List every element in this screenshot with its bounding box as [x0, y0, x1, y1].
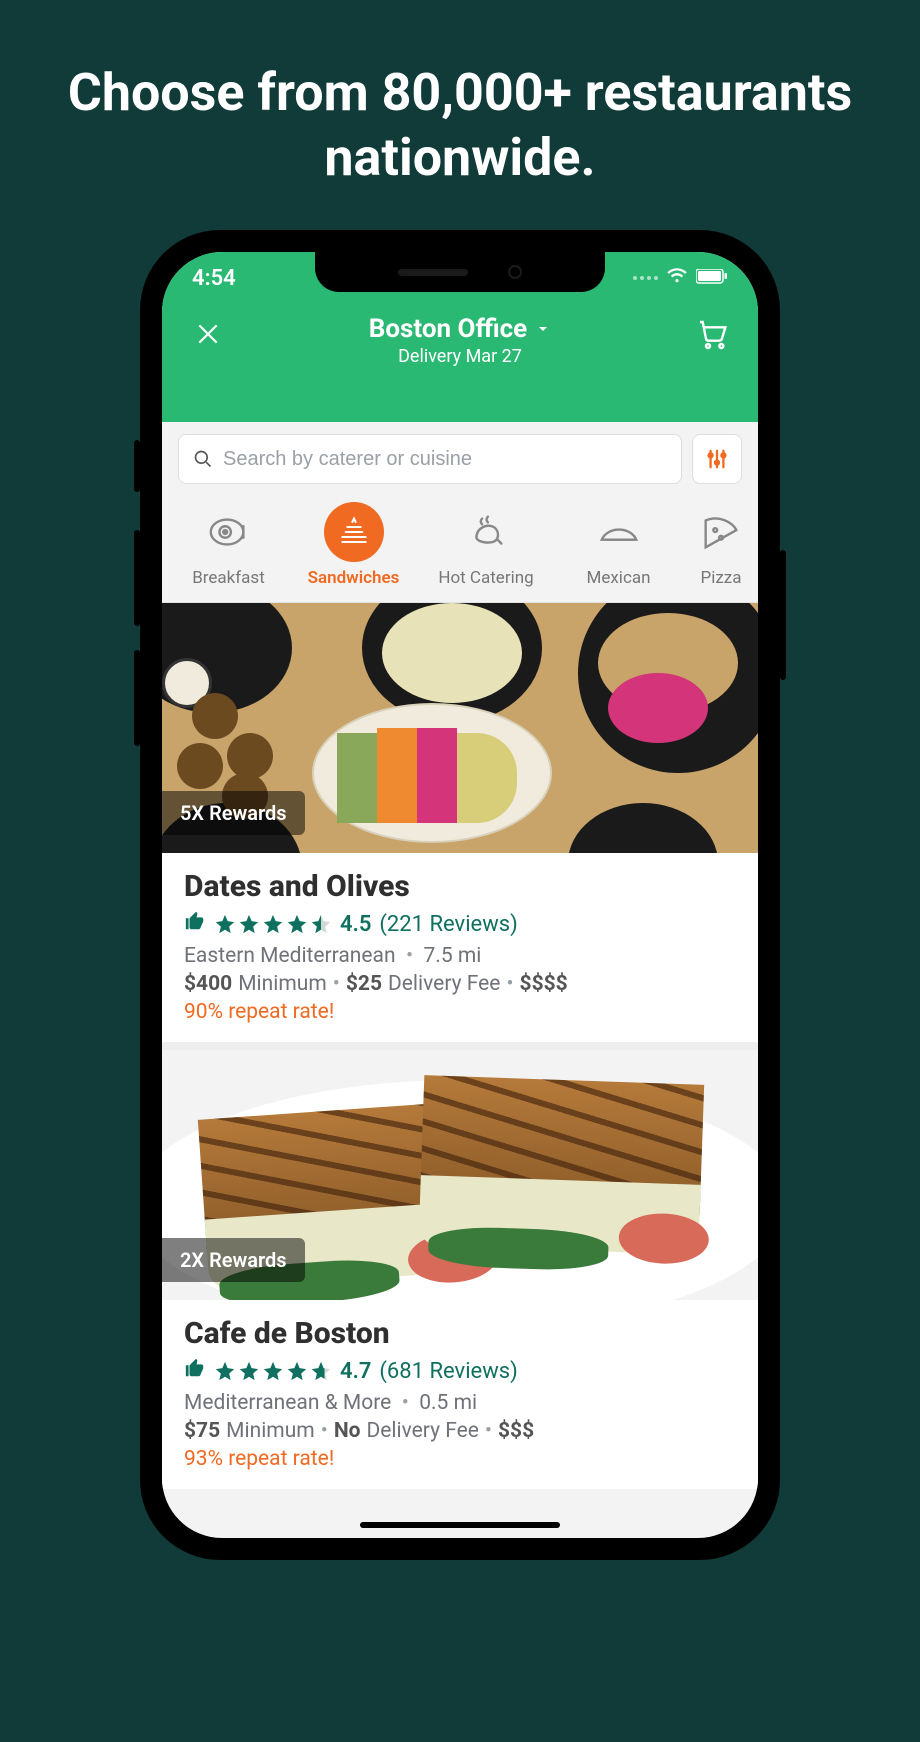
- restaurant-meta: Mediterranean & More • 0.5 mi: [184, 1391, 736, 1415]
- cellular-icon: [633, 276, 658, 280]
- restaurant-pricing: $75Minimum • NoDelivery Fee • $$$: [184, 1419, 736, 1443]
- category-mexican[interactable]: Mexican: [556, 502, 681, 588]
- battery-icon: [696, 266, 728, 291]
- category-label: Breakfast: [166, 568, 291, 588]
- category-pizza[interactable]: Pizza: [681, 502, 758, 588]
- restaurant-pricing: $400Minimum • $25Delivery Fee • $$$$: [184, 972, 736, 996]
- restaurant-name: Dates and Olives: [184, 869, 736, 904]
- pizza-icon: [691, 502, 751, 562]
- category-sandwiches[interactable]: Sandwiches: [291, 502, 416, 588]
- repeat-rate: 93% repeat rate!: [184, 1447, 736, 1471]
- review-count: (681 Reviews): [379, 1359, 517, 1384]
- sandwiches-icon: [324, 502, 384, 562]
- chevron-down-icon: [535, 321, 551, 337]
- hot-catering-icon: [456, 502, 516, 562]
- status-time: 4:54: [192, 266, 236, 291]
- marketing-headline: Choose from 80,000+ restaurants nationwi…: [0, 0, 920, 190]
- category-label: Pizza: [681, 568, 758, 588]
- screen: 4:54: [162, 252, 758, 1538]
- mexican-icon: [589, 502, 649, 562]
- category-breakfast[interactable]: Breakfast: [166, 502, 291, 588]
- category-hot-catering[interactable]: Hot Catering: [416, 502, 556, 588]
- rating-row: 4.7 (681 Reviews): [184, 1357, 736, 1385]
- search-input[interactable]: [223, 448, 667, 471]
- close-button[interactable]: [188, 314, 228, 354]
- restaurant-meta: Eastern Mediterranean • 7.5 mi: [184, 944, 736, 968]
- search-icon: [193, 449, 213, 469]
- delivery-date: Delivery Mar 27: [228, 346, 692, 367]
- restaurant-name: Cafe de Boston: [184, 1316, 736, 1351]
- location-selector[interactable]: Boston Office Delivery Mar 27: [228, 314, 692, 367]
- rating-value: 4.7: [340, 1359, 371, 1384]
- category-label: Sandwiches: [291, 568, 416, 588]
- search-row: [162, 422, 758, 496]
- thumbs-up-icon: [184, 910, 206, 938]
- cart-icon: [696, 318, 728, 350]
- category-label: Hot Catering: [416, 568, 556, 588]
- restaurant-image: 5X Rewards: [162, 603, 758, 853]
- restaurant-card[interactable]: 2X Rewards Cafe de Boston: [162, 1050, 758, 1489]
- breakfast-icon: [199, 502, 259, 562]
- rewards-badge: 5X Rewards: [162, 791, 305, 835]
- location-name: Boston Office: [369, 314, 527, 344]
- category-tabs: Breakfast Sandwiches Hot Catering: [162, 496, 758, 603]
- star-rating: [214, 1360, 332, 1382]
- home-indicator: [360, 1522, 560, 1528]
- phone-side-button: [780, 550, 786, 680]
- category-label: Mexican: [556, 568, 681, 588]
- restaurant-card[interactable]: 5X Rewards Dates and Olives: [162, 603, 758, 1042]
- wifi-icon: [666, 264, 688, 292]
- repeat-rate: 90% repeat rate!: [184, 1000, 736, 1024]
- filter-icon: [706, 448, 728, 470]
- filter-button[interactable]: [692, 434, 742, 484]
- restaurant-list[interactable]: 5X Rewards Dates and Olives: [162, 603, 758, 1489]
- search-box[interactable]: [178, 434, 682, 484]
- rating-row: 4.5 (221 Reviews): [184, 910, 736, 938]
- restaurant-image: 2X Rewards: [162, 1050, 758, 1300]
- close-icon: [195, 321, 221, 347]
- phone-notch: [315, 252, 605, 292]
- review-count: (221 Reviews): [379, 912, 517, 937]
- phone-mockup: 4:54: [140, 230, 780, 1560]
- rewards-badge: 2X Rewards: [162, 1238, 305, 1282]
- star-rating: [214, 913, 332, 935]
- rating-value: 4.5: [340, 912, 371, 937]
- cart-button[interactable]: [692, 314, 732, 354]
- thumbs-up-icon: [184, 1357, 206, 1385]
